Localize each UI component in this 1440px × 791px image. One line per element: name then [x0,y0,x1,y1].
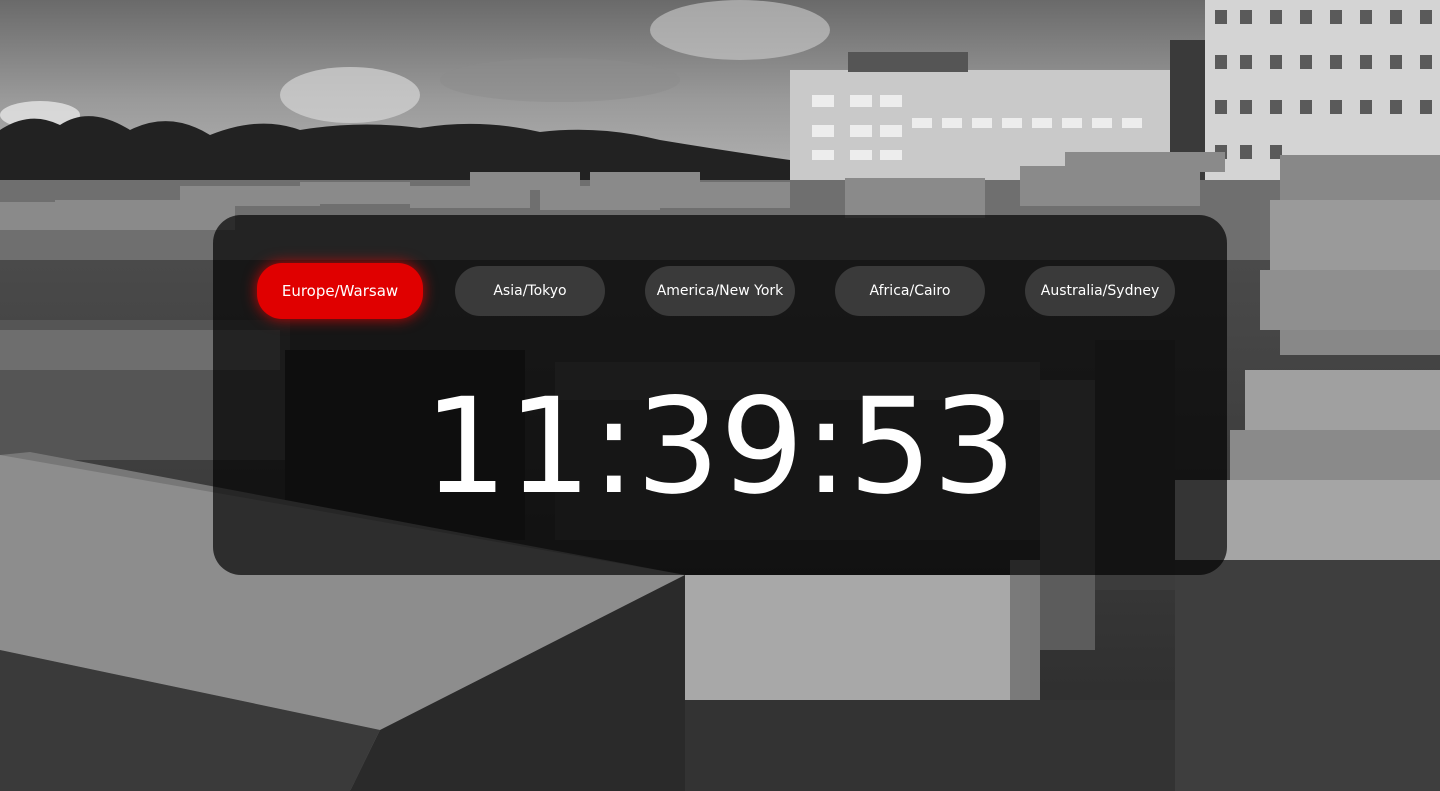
clock-app: Europe/Warsaw Asia/Tokyo America/New Yor… [0,0,1440,791]
tab-australia-sydney[interactable]: Australia/Sydney [1025,266,1175,316]
clock-time: 11:39:53 [423,370,1017,524]
clock-panel: Europe/Warsaw Asia/Tokyo America/New Yor… [213,215,1227,575]
tab-asia-tokyo[interactable]: Asia/Tokyo [455,266,605,316]
tab-america-new-york[interactable]: America/New York [645,266,795,316]
tab-africa-cairo[interactable]: Africa/Cairo [835,266,985,316]
tab-europe-warsaw[interactable]: Europe/Warsaw [257,263,423,319]
timezone-tabs: Europe/Warsaw Asia/Tokyo America/New Yor… [253,262,1193,319]
